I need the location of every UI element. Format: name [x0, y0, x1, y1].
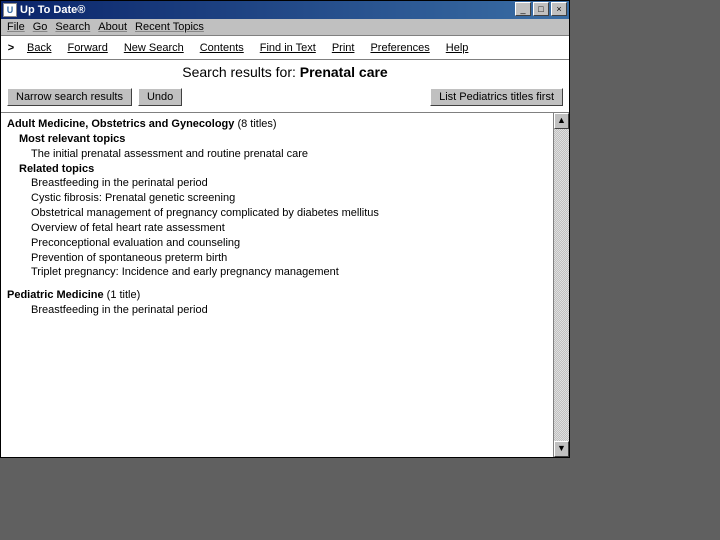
- narrow-search-button[interactable]: Narrow search results: [7, 88, 132, 106]
- search-results-header: Search results for: Prenatal care: [1, 60, 569, 86]
- window-title: Up To Date®: [20, 4, 85, 16]
- scroll-down-icon[interactable]: ▼: [554, 441, 569, 457]
- topic-link[interactable]: Obstetrical management of pregnancy comp…: [31, 206, 547, 221]
- app-window: U Up To Date® _ □ × File Go Search About…: [0, 0, 570, 458]
- close-button[interactable]: ×: [551, 2, 567, 16]
- section-name: Pediatric Medicine: [7, 289, 107, 301]
- topic-link[interactable]: Breastfeeding in the perinatal period: [31, 303, 547, 318]
- undo-button[interactable]: Undo: [138, 88, 182, 106]
- menu-go[interactable]: Go: [33, 21, 48, 33]
- search-query: Prenatal care: [300, 64, 388, 80]
- forward-button[interactable]: Forward: [59, 40, 115, 56]
- nav-arrow-icon[interactable]: >: [3, 42, 19, 54]
- print-button[interactable]: Print: [324, 40, 363, 56]
- help-button[interactable]: Help: [438, 40, 477, 56]
- new-search-button[interactable]: New Search: [116, 40, 192, 56]
- list-pediatrics-first-button[interactable]: List Pediatrics titles first: [430, 88, 563, 106]
- topic-link[interactable]: The initial prenatal assessment and rout…: [31, 147, 547, 162]
- group-header: Most relevant topics: [19, 132, 547, 147]
- topic-link[interactable]: Cystic fibrosis: Prenatal genetic screen…: [31, 191, 547, 206]
- vertical-scrollbar[interactable]: ▲ ▼: [553, 113, 569, 457]
- action-row: Narrow search results Undo List Pediatri…: [1, 86, 569, 112]
- menu-search[interactable]: Search: [55, 21, 90, 33]
- menu-about[interactable]: About: [98, 21, 127, 33]
- group-header: Related topics: [19, 162, 547, 177]
- menubar: File Go Search About Recent Topics: [1, 19, 569, 36]
- section-count: (8 titles): [237, 118, 276, 130]
- titlebar: U Up To Date® _ □ ×: [1, 1, 569, 19]
- minimize-button[interactable]: _: [515, 2, 531, 16]
- section-title: Pediatric Medicine (1 title): [7, 288, 547, 303]
- scroll-up-icon[interactable]: ▲: [554, 113, 569, 129]
- topic-link[interactable]: Prevention of spontaneous preterm birth: [31, 251, 547, 266]
- toolbar: > Back Forward New Search Contents Find …: [1, 36, 569, 60]
- preferences-button[interactable]: Preferences: [362, 40, 437, 56]
- results-content: Adult Medicine, Obstetrics and Gynecolog…: [1, 113, 553, 457]
- section-count: (1 title): [107, 289, 141, 301]
- content-wrap: Adult Medicine, Obstetrics and Gynecolog…: [1, 112, 569, 457]
- app-icon: U: [3, 3, 17, 17]
- menu-file[interactable]: File: [7, 21, 25, 33]
- topic-link[interactable]: Preconceptional evaluation and counselin…: [31, 236, 547, 251]
- section-name: Adult Medicine, Obstetrics and Gynecolog…: [7, 118, 237, 130]
- back-button[interactable]: Back: [19, 40, 59, 56]
- topic-link[interactable]: Triplet pregnancy: Incidence and early p…: [31, 265, 547, 280]
- maximize-button[interactable]: □: [533, 2, 549, 16]
- topic-link[interactable]: Breastfeeding in the perinatal period: [31, 176, 547, 191]
- topic-link[interactable]: Overview of fetal heart rate assessment: [31, 221, 547, 236]
- search-label: Search results for:: [182, 64, 300, 80]
- menu-recent-topics[interactable]: Recent Topics: [135, 21, 204, 33]
- find-in-text-button[interactable]: Find in Text: [252, 40, 324, 56]
- section-title: Adult Medicine, Obstetrics and Gynecolog…: [7, 117, 547, 132]
- contents-button[interactable]: Contents: [192, 40, 252, 56]
- window-controls: _ □ ×: [515, 2, 567, 16]
